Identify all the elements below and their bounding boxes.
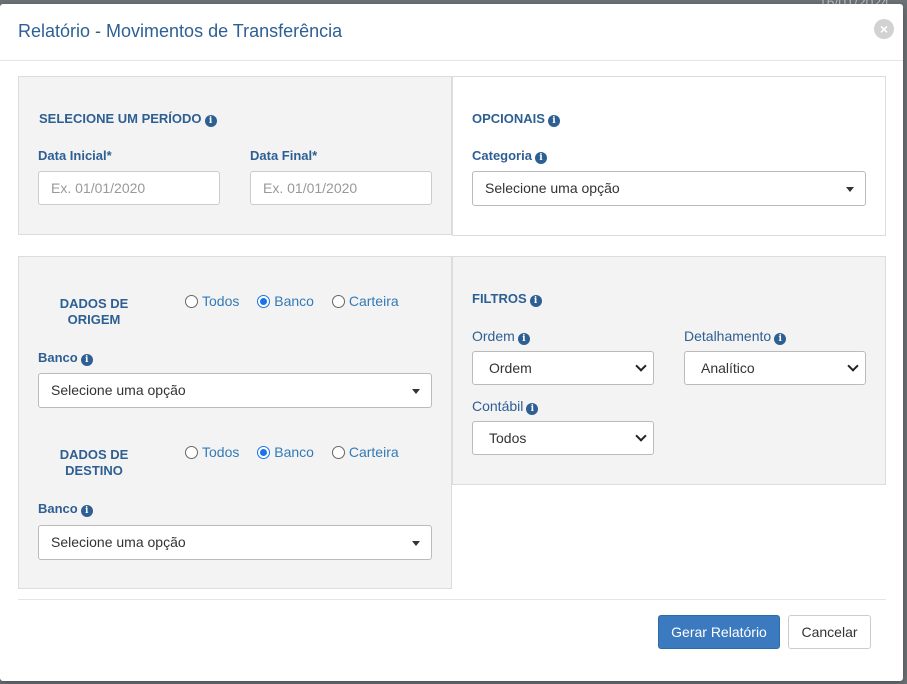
- radio-circle[interactable]: [185, 446, 198, 459]
- destino-radio-group: Todos Banco Carteira: [185, 444, 413, 460]
- destino-banco-label: Banco i: [38, 501, 93, 517]
- destino-radio-carteira-label: Carteira: [348, 444, 399, 460]
- origem-title-line2: ORIGEM: [67, 312, 121, 327]
- categoria-select[interactable]: Selecione uma opção: [472, 171, 866, 206]
- origem-radio-todos-label: Todos: [202, 293, 240, 309]
- data-final-input[interactable]: Ex. 01/01/2020: [250, 171, 432, 205]
- info-icon[interactable]: i: [80, 505, 93, 517]
- chevron-down-icon: [635, 430, 647, 442]
- data-inicial-input[interactable]: Ex. 01/01/2020: [38, 171, 220, 205]
- chevron-down-icon: [847, 360, 859, 372]
- info-icon[interactable]: i: [529, 295, 542, 307]
- chevron-down-icon: [635, 360, 647, 372]
- origem-banco-label: Banco i: [38, 350, 93, 366]
- destino-title: DADOS DE DESTINO: [39, 447, 149, 479]
- periodo-panel: SELECIONE UM PERÍODO i Data Inicial* Ex. …: [18, 76, 452, 235]
- destino-radio-todos-label: Todos: [202, 444, 240, 460]
- ordem-select[interactable]: Ordem: [472, 351, 654, 385]
- origem-radio-carteira-label: Carteira: [348, 293, 399, 309]
- opcionais-panel: OPCIONAIS i Categoria i Selecione uma opçã…: [452, 76, 886, 236]
- origem-radio-banco[interactable]: Banco: [257, 293, 314, 309]
- periodo-title-text: SELECIONE UM PERÍODO: [39, 111, 202, 126]
- ordem-label: Ordem i: [472, 328, 530, 345]
- filtros-title-text: FILTROS: [472, 291, 527, 306]
- contabil-select[interactable]: Todos: [472, 421, 654, 455]
- footer-divider: [18, 599, 886, 600]
- ordem-label-text: Ordem: [472, 328, 515, 344]
- origem-title-line1: DADOS DE: [59, 296, 129, 311]
- caret-down-icon: [412, 541, 420, 546]
- opcionais-title-text: OPCIONAIS: [472, 111, 545, 126]
- info-icon[interactable]: i: [774, 333, 787, 345]
- destino-radio-todos[interactable]: Todos: [185, 444, 239, 460]
- destino-banco-label-text: Banco: [38, 501, 78, 516]
- info-icon[interactable]: i: [204, 115, 217, 127]
- detalhamento-select[interactable]: Analítico: [684, 351, 866, 385]
- origem-radio-todos[interactable]: Todos: [185, 293, 239, 309]
- detalhamento-label: Detalhamento i: [684, 328, 787, 345]
- opcionais-title: OPCIONAIS i: [472, 111, 560, 127]
- origem-banco-select[interactable]: Selecione uma opção: [38, 373, 432, 408]
- caret-down-icon: [412, 389, 420, 394]
- caret-down-icon: [846, 187, 854, 192]
- origem-banco-select-value: Selecione uma opção: [51, 382, 186, 398]
- modal-title: Relatório - Movimentos de Transferência: [18, 21, 343, 41]
- origem-banco-label-text: Banco: [38, 350, 78, 365]
- detalhamento-label-text: Detalhamento: [684, 328, 772, 344]
- destino-radio-banco-label: Banco: [274, 444, 314, 460]
- contabil-label: Contábil i: [472, 398, 539, 415]
- destino-title-line2: DESTINO: [65, 463, 123, 478]
- origem-destino-panel: DADOS DE ORIGEM Todos Banco Carteira Ban…: [18, 256, 452, 589]
- destino-radio-carteira[interactable]: Carteira: [331, 444, 399, 460]
- origem-radio-banco-label: Banco: [274, 293, 314, 309]
- radio-circle[interactable]: [257, 446, 271, 459]
- radio-circle[interactable]: [185, 295, 198, 308]
- info-icon[interactable]: i: [517, 333, 530, 345]
- close-icon[interactable]: ×: [874, 19, 894, 39]
- modal-header: Relatório - Movimentos de Transferência …: [0, 4, 903, 61]
- data-final-label: Data Final*: [250, 148, 318, 163]
- radio-circle[interactable]: [331, 295, 345, 308]
- categoria-label-text: Categoria: [472, 148, 532, 163]
- report-modal: Relatório - Movimentos de Transferência …: [0, 4, 903, 681]
- info-icon[interactable]: i: [534, 152, 547, 164]
- categoria-label: Categoria i: [472, 148, 547, 164]
- filtros-title: FILTROS i: [472, 291, 542, 307]
- destino-banco-select[interactable]: Selecione uma opção: [38, 525, 432, 560]
- info-icon[interactable]: i: [80, 354, 93, 366]
- origem-radio-carteira[interactable]: Carteira: [331, 293, 399, 309]
- contabil-select-value: Todos: [489, 430, 527, 446]
- periodo-title: SELECIONE UM PERÍODO i: [39, 111, 217, 127]
- destino-radio-banco[interactable]: Banco: [257, 444, 314, 460]
- generate-report-button[interactable]: Gerar Relatório: [658, 615, 780, 649]
- radio-circle[interactable]: [257, 295, 271, 308]
- origem-radio-group: Todos Banco Carteira: [185, 293, 413, 309]
- categoria-select-value: Selecione uma opção: [485, 180, 620, 196]
- origem-title: DADOS DE ORIGEM: [39, 296, 149, 328]
- filtros-panel: FILTROS i Ordem i Ordem Detalhamento i Anal…: [452, 256, 886, 485]
- destino-title-line1: DADOS DE: [59, 447, 129, 462]
- data-inicial-label: Data Inicial*: [38, 148, 112, 163]
- detalhamento-select-value: Analítico: [701, 360, 755, 376]
- destino-banco-select-value: Selecione uma opção: [51, 534, 186, 550]
- radio-circle[interactable]: [331, 446, 345, 459]
- contabil-label-text: Contábil: [472, 398, 524, 414]
- ordem-select-value: Ordem: [489, 360, 532, 376]
- cancel-button[interactable]: Cancelar: [788, 615, 871, 649]
- info-icon[interactable]: i: [547, 115, 560, 127]
- info-icon[interactable]: i: [526, 403, 539, 415]
